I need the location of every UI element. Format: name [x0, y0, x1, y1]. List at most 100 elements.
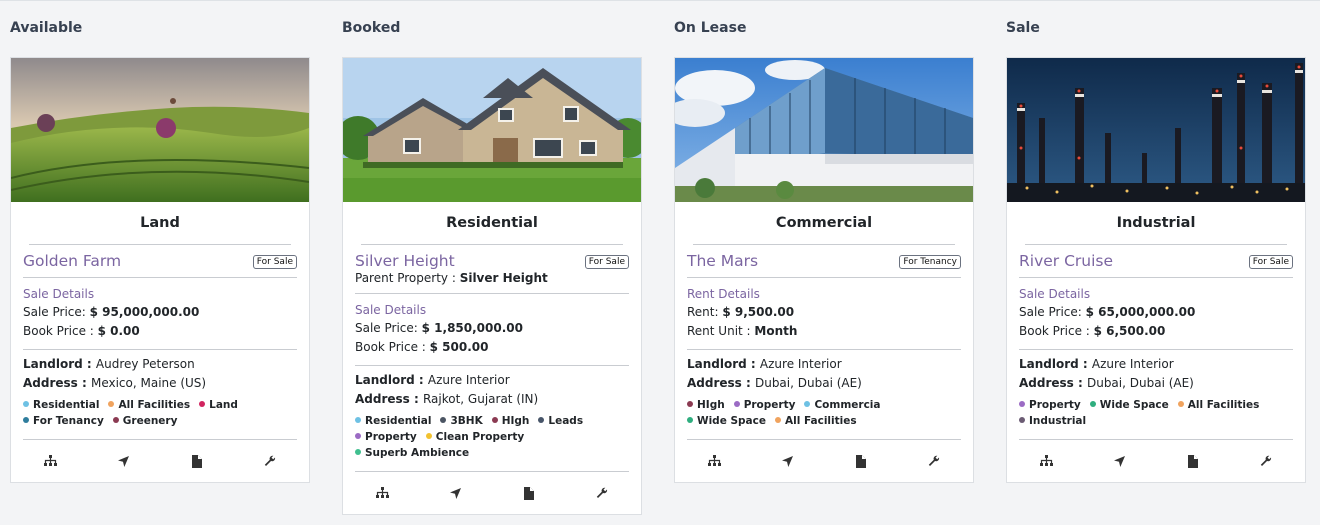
- property-card[interactable]: Residential Silver Height For Sale Paren…: [342, 57, 642, 515]
- tag-label: HIgh: [501, 415, 530, 427]
- tag: Superb Ambience: [355, 445, 469, 461]
- sitemap-icon[interactable]: [375, 486, 389, 500]
- owner-info: Landlord : Azure Interior Address : Duba…: [1019, 350, 1293, 393]
- address: Address : Dubai, Dubai (AE): [1019, 376, 1194, 390]
- tag-label: All Facilities: [118, 399, 191, 411]
- tag-label: Leads: [548, 415, 584, 427]
- wrench-icon[interactable]: [595, 486, 609, 500]
- property-type: Residential: [361, 202, 623, 245]
- tag-color-dot: [355, 433, 361, 439]
- tag: Property: [733, 397, 796, 413]
- sale-details: Sale Details Sale Price: $ 95,000,000.00…: [23, 278, 297, 350]
- property-name[interactable]: Silver Height: [355, 252, 455, 270]
- wrench-icon[interactable]: [263, 454, 277, 468]
- tag: Leads: [538, 413, 583, 429]
- tag: Wide Space: [687, 413, 766, 429]
- tag-color-dot: [491, 417, 498, 423]
- tag-label: Property: [365, 431, 417, 443]
- column-title: Available: [10, 20, 83, 36]
- wrench-icon[interactable]: [927, 454, 941, 468]
- tag-color-dot: [687, 417, 693, 423]
- location-arrow-icon[interactable]: [116, 454, 130, 468]
- tag: Land: [199, 397, 238, 413]
- sitemap-icon[interactable]: [43, 454, 57, 468]
- tag: Commercia: [804, 397, 880, 413]
- details-title: Sale Details: [355, 303, 427, 317]
- tag-label: All Facilities: [1187, 399, 1260, 411]
- tag: For Tenancy: [23, 413, 104, 429]
- rent: Rent: $ 9,500.00: [687, 305, 795, 319]
- card-actions: [1019, 440, 1293, 482]
- property-card[interactable]: Land Golden Farm For Sale Sale Details S…: [10, 57, 310, 483]
- property-image: [343, 58, 641, 202]
- tag-color-dot: [538, 417, 545, 423]
- address: Address : Rajkot, Gujarat (IN): [355, 392, 539, 406]
- tag-label: Superb Ambience: [365, 447, 470, 459]
- tag: Greenery: [112, 413, 177, 429]
- location-arrow-icon[interactable]: [1112, 454, 1126, 468]
- rent-unit: Rent Unit : Month: [687, 324, 798, 338]
- tag-color-dot: [774, 417, 781, 423]
- card-actions: [687, 440, 961, 482]
- tag-label: 3BHK: [450, 415, 483, 427]
- tag-color-dot: [425, 433, 432, 439]
- document-icon[interactable]: [854, 454, 868, 468]
- tag-color-dot: [1177, 401, 1184, 407]
- tag: HIgh: [687, 397, 725, 413]
- property-type: Land: [29, 202, 291, 245]
- tag-list: Property Wide Space All Facilities Industri…: [1019, 393, 1293, 439]
- tag-label: Property: [1029, 399, 1081, 411]
- address: Address : Mexico, Maine (US): [23, 376, 207, 390]
- wrench-icon[interactable]: [1259, 454, 1273, 468]
- card-actions: [23, 440, 297, 482]
- property-card[interactable]: Industrial River Cruise For Sale Sale De…: [1006, 57, 1306, 483]
- details-title: Rent Details: [687, 287, 760, 301]
- tag-label: Property: [743, 399, 796, 411]
- tag-color-dot: [1019, 417, 1025, 423]
- tag-list: Residential 3BHK HIgh Leads Property Clean Pr…: [355, 409, 629, 471]
- tag-label: Commercia: [814, 399, 881, 411]
- location-arrow-icon[interactable]: [780, 454, 794, 468]
- tag-color-dot: [23, 417, 29, 423]
- tag-label: All Facilities: [784, 415, 857, 427]
- tag-color-dot: [733, 401, 740, 407]
- rent-details: Rent Details Rent: $ 9,500.00 Rent Unit …: [687, 278, 961, 350]
- document-icon[interactable]: [190, 454, 204, 468]
- property-header: Silver Height For Sale: [355, 245, 629, 273]
- property-name[interactable]: The Mars: [687, 252, 758, 270]
- tag: Clean Property: [425, 429, 524, 445]
- property-image: [1007, 58, 1305, 202]
- tag: Property: [355, 429, 417, 445]
- tag-color-dot: [687, 401, 693, 407]
- property-name[interactable]: Golden Farm: [23, 252, 121, 270]
- tag-label: Industrial: [1029, 415, 1087, 427]
- tag-list: Residential All Facilities Land For Tenancy…: [23, 393, 297, 439]
- owner-info: Landlord : Audrey Peterson Address : Mex…: [23, 350, 297, 393]
- property-header: The Mars For Tenancy: [687, 245, 961, 278]
- property-image: [675, 58, 973, 202]
- property-image: [11, 58, 309, 202]
- card-actions: [355, 472, 629, 514]
- landlord: Landlord : Azure Interior: [687, 357, 842, 371]
- location-arrow-icon[interactable]: [448, 486, 462, 500]
- document-icon[interactable]: [522, 486, 536, 500]
- sale-details: Sale Details Sale Price: $ 65,000,000.00…: [1019, 278, 1293, 350]
- tag-label: Residential: [365, 415, 432, 427]
- book-price: Book Price : $ 500.00: [355, 340, 489, 354]
- tag: Wide Space: [1089, 397, 1169, 413]
- status-badge: For Sale: [584, 255, 629, 269]
- property-card[interactable]: Commercial The Mars For Tenancy Rent Det…: [674, 57, 974, 483]
- tag-color-dot: [804, 401, 811, 407]
- sale-price: Sale Price: $ 65,000,000.00: [1019, 305, 1196, 319]
- sale-price: Sale Price: $ 1,850,000.00: [355, 321, 523, 335]
- landlord: Landlord : Audrey Peterson: [23, 357, 195, 371]
- tag-label: Land: [209, 399, 238, 411]
- parent-property: Parent Property : Silver Height: [355, 270, 629, 294]
- sitemap-icon[interactable]: [707, 454, 721, 468]
- details-title: Sale Details: [23, 287, 95, 301]
- tag: Industrial: [1019, 413, 1086, 429]
- sitemap-icon[interactable]: [1039, 454, 1053, 468]
- property-type: Commercial: [693, 202, 955, 245]
- property-name[interactable]: River Cruise: [1019, 252, 1113, 270]
- document-icon[interactable]: [1186, 454, 1200, 468]
